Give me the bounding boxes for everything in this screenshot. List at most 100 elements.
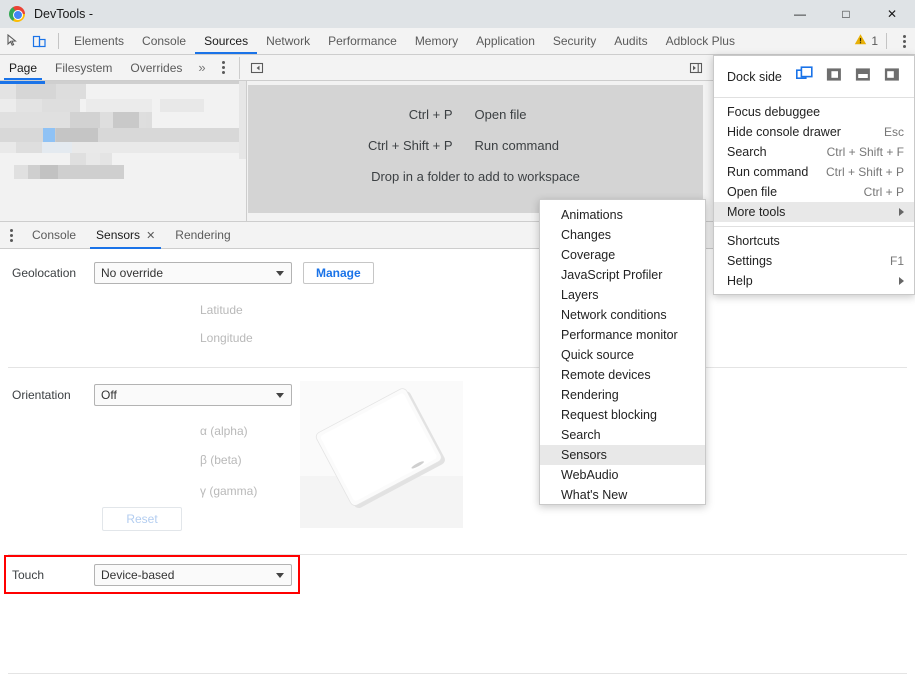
submenu-item-remote-devices[interactable]: Remote devices [540, 365, 705, 385]
redacted-file-tree [0, 81, 246, 191]
drawer-tab-sensors-label: Sensors [96, 228, 141, 242]
menu-item-focus-debuggee-label: Focus debuggee [727, 105, 821, 119]
close-button[interactable]: ✕ [869, 0, 915, 28]
menu-item-help[interactable]: Help [714, 271, 914, 291]
geolocation-label: Geolocation [12, 266, 77, 280]
hint-action-run-command: Run command [474, 138, 560, 153]
submenu-item-search[interactable]: Search [540, 425, 705, 445]
subtab-page[interactable]: Page [0, 55, 46, 80]
geolocation-select[interactable]: No override [94, 262, 292, 284]
undock-into-separate-window-icon[interactable] [795, 66, 813, 87]
menu-item-more-tools[interactable]: More tools [714, 202, 914, 222]
dock-side-label: Dock side [727, 69, 782, 84]
tab-console[interactable]: Console [133, 28, 195, 54]
submenu-item-rendering[interactable]: Rendering [540, 385, 705, 405]
manage-button[interactable]: Manage [303, 262, 374, 284]
tab-network[interactable]: Network [257, 28, 319, 54]
menu-item-help-label: Help [727, 274, 753, 288]
dock-to-bottom-icon[interactable] [855, 67, 871, 87]
menu-item-open-file[interactable]: Open file Ctrl + P [714, 182, 914, 202]
menu-item-hide-console-drawer-label: Hide console drawer [727, 125, 841, 139]
hint-keys-run-command: Ctrl + Shift + P [367, 138, 453, 153]
orientation-select-value: Off [101, 388, 117, 402]
devtools-toolbar: Elements Console Sources Network Perform… [0, 28, 915, 55]
section-divider-1 [8, 367, 907, 368]
dock-side-options [795, 66, 900, 87]
chevron-down-icon [276, 271, 284, 276]
dock-to-right-icon[interactable] [884, 67, 900, 87]
orientation-select[interactable]: Off [94, 384, 292, 406]
tab-audits[interactable]: Audits [605, 28, 656, 54]
close-icon[interactable]: ✕ [146, 229, 155, 242]
chevron-double-right-icon[interactable]: » [191, 60, 212, 75]
submenu-item-whats-new[interactable]: What's New [540, 485, 705, 505]
submenu-item-network-conditions[interactable]: Network conditions [540, 305, 705, 325]
submenu-item-layers[interactable]: Layers [540, 285, 705, 305]
touch-select[interactable]: Device-based [94, 564, 292, 586]
submenu-item-webaudio[interactable]: WebAudio [540, 465, 705, 485]
latitude-label: Latitude [200, 303, 243, 317]
chevron-down-icon [276, 573, 284, 578]
toolbar-divider [58, 33, 59, 49]
navigator-file-tree[interactable] [0, 81, 247, 221]
geolocation-row: Geolocation No override Manage [12, 262, 374, 284]
tab-elements[interactable]: Elements [65, 28, 133, 54]
maximize-button[interactable]: □ [823, 0, 869, 28]
hint-drop-folder: Drop in a folder to add to workspace [371, 169, 580, 184]
submenu-item-sensors[interactable]: Sensors [540, 445, 705, 465]
tab-memory[interactable]: Memory [406, 28, 467, 54]
tab-sources[interactable]: Sources [195, 28, 258, 54]
menu-item-shortcuts-label: Shortcuts [727, 234, 780, 248]
menu-item-run-command[interactable]: Run command Ctrl + Shift + P [714, 162, 914, 182]
submenu-item-quick-source[interactable]: Quick source [540, 345, 705, 365]
drawer-tab-rendering[interactable]: Rendering [165, 222, 240, 249]
tab-performance[interactable]: Performance [319, 28, 406, 54]
touch-select-value: Device-based [101, 568, 175, 582]
tab-application[interactable]: Application [467, 28, 544, 54]
menu-item-open-file-label: Open file [727, 185, 778, 199]
subtab-filesystem[interactable]: Filesystem [46, 55, 121, 80]
devtools-main-menu: Dock side Focus debuggee Hide console dr… [713, 55, 915, 295]
menu-item-more-tools-label: More tools [727, 205, 786, 219]
menu-item-hide-console-drawer[interactable]: Hide console drawer Esc [714, 122, 914, 142]
chrome-logo [9, 6, 25, 22]
submenu-item-changes[interactable]: Changes [540, 225, 705, 245]
collapse-sidebar-icon[interactable] [244, 55, 270, 81]
submenu-item-coverage[interactable]: Coverage [540, 245, 705, 265]
minimize-button[interactable]: — [777, 0, 823, 28]
kebab-menu-icon[interactable] [893, 28, 915, 54]
menu-item-shortcuts[interactable]: Shortcuts [714, 231, 914, 251]
editor-placeholder-panel: Ctrl + P Open file Ctrl + Shift + P Run … [248, 85, 703, 213]
submenu-arrow-icon [899, 208, 904, 216]
submenu-item-request-blocking[interactable]: Request blocking [540, 405, 705, 425]
dock-to-left-icon[interactable] [826, 67, 842, 87]
drawer-tab-console[interactable]: Console [22, 222, 86, 249]
submenu-item-animations[interactable]: Animations [540, 205, 705, 225]
navigator-scrollbar[interactable] [239, 81, 246, 159]
subtab-kebab-menu-icon[interactable] [213, 55, 235, 81]
reset-button[interactable]: Reset [102, 507, 182, 531]
device-orientation-phone-preview[interactable] [300, 381, 463, 528]
submenu-item-javascript-profiler[interactable]: JavaScript Profiler [540, 265, 705, 285]
menu-item-search-shortcut: Ctrl + Shift + F [826, 145, 904, 159]
inspect-element-icon[interactable] [0, 28, 26, 54]
drawer-kebab-menu-icon[interactable] [0, 222, 22, 248]
show-debugger-sidebar-icon[interactable] [683, 55, 709, 81]
subtab-overrides[interactable]: Overrides [121, 55, 191, 80]
menu-item-settings[interactable]: Settings F1 [714, 251, 914, 271]
longitude-label: Longitude [200, 331, 253, 345]
tab-adblock-plus[interactable]: Adblock Plus [657, 28, 744, 54]
menu-item-focus-debuggee[interactable]: Focus debuggee [714, 102, 914, 122]
submenu-item-performance-monitor[interactable]: Performance monitor [540, 325, 705, 345]
toolbar-divider-2 [886, 33, 887, 49]
toggle-device-toolbar-icon[interactable] [26, 28, 52, 54]
menu-item-search[interactable]: Search Ctrl + Shift + F [714, 142, 914, 162]
hint-keys-open-file: Ctrl + P [408, 107, 453, 122]
warning-badge[interactable]: 1 [854, 33, 880, 49]
menu-divider-2 [714, 226, 914, 227]
window-controls: — □ ✕ [777, 0, 915, 28]
drawer-tab-sensors[interactable]: Sensors ✕ [86, 222, 165, 249]
tab-security[interactable]: Security [544, 28, 605, 54]
submenu-arrow-icon-help [899, 277, 904, 285]
menu-item-search-label: Search [727, 145, 767, 159]
